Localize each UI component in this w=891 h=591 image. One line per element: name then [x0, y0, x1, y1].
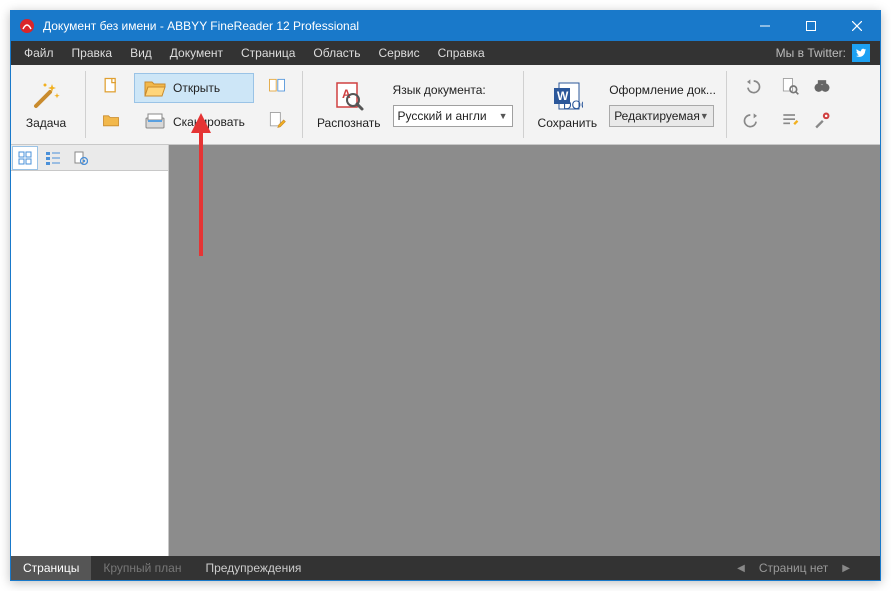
edit-page-button[interactable]: [262, 107, 292, 137]
menu-help[interactable]: Справка: [429, 41, 494, 65]
menu-edit[interactable]: Правка: [63, 41, 122, 65]
find-page-icon: [780, 76, 800, 100]
close-button[interactable]: [834, 11, 880, 41]
pages-mini-button[interactable]: [262, 73, 292, 103]
menu-file[interactable]: Файл: [15, 41, 63, 65]
menubar: Файл Правка Вид Документ Страница Област…: [11, 41, 880, 65]
verify-button[interactable]: [807, 73, 837, 103]
next-page-button[interactable]: ▶: [842, 563, 850, 574]
menu-area[interactable]: Область: [304, 41, 369, 65]
page-navigator: ◀ Страниц нет ▶: [737, 561, 880, 575]
group-language: Язык документа: Русский и англи ▼: [393, 69, 513, 140]
wand-icon: [30, 80, 62, 112]
group-recognize: A Распознать: [313, 69, 385, 140]
options-button[interactable]: [807, 107, 837, 137]
twitter-link[interactable]: Мы в Twitter:: [776, 44, 876, 62]
open-button[interactable]: Открыть: [134, 73, 254, 103]
undo-icon: [742, 76, 762, 100]
status-tab-close[interactable]: Крупный план: [91, 556, 193, 580]
toolbar: Задача Открыть Сканировать: [11, 65, 880, 145]
twitter-icon: [852, 44, 870, 62]
redo-icon: [742, 110, 762, 134]
svg-text:DOCX: DOCX: [563, 98, 583, 112]
menu-view[interactable]: Вид: [121, 41, 161, 65]
find-page-button[interactable]: [775, 73, 805, 103]
details-tab[interactable]: [40, 146, 66, 170]
word-icon: WDOCX: [551, 80, 583, 112]
open-label: Открыть: [173, 81, 220, 95]
page-edit-icon: [267, 110, 287, 134]
group-task: Задача: [17, 69, 75, 140]
group-open-scan: Открыть Сканировать: [134, 69, 254, 140]
list-icon: [46, 151, 60, 165]
group-design: Оформление док... Редактируемая ▼: [609, 69, 716, 140]
chevron-down-icon: ▼: [700, 111, 709, 121]
chevron-down-icon: ▼: [499, 111, 508, 121]
group-tools: [775, 69, 837, 140]
statusbar: Страницы Крупный план Предупреждения ◀ С…: [11, 556, 880, 580]
recognize-button[interactable]: A Распознать: [313, 69, 385, 140]
window-title: Документ без имени - ABBYY FineReader 12…: [43, 19, 742, 33]
design-label: Оформление док...: [609, 83, 716, 97]
new-document-icon: [101, 76, 121, 100]
recognize-label: Распознать: [317, 116, 381, 130]
scan-label: Сканировать: [173, 115, 245, 129]
app-icon: [19, 18, 35, 34]
list-settings-icon: [780, 110, 800, 134]
pages-compare-icon: [267, 76, 287, 100]
recognize-icon: A: [333, 80, 365, 112]
app-window: Документ без имени - ABBYY FineReader 12…: [10, 10, 881, 581]
task-label: Задача: [26, 116, 66, 130]
scan-button[interactable]: Сканировать: [134, 107, 254, 137]
design-value: Редактируемая: [614, 109, 700, 123]
folder-open-icon: [143, 76, 167, 100]
open-folder-button[interactable]: [96, 107, 126, 137]
prev-page-button[interactable]: ◀: [737, 563, 745, 574]
group-new: [96, 69, 126, 140]
grid-icon: [18, 151, 32, 165]
page-gear-icon: [74, 151, 88, 165]
language-label: Язык документа:: [393, 83, 486, 97]
scanner-icon: [143, 110, 167, 134]
document-area[interactable]: [169, 145, 880, 556]
pages-panel-tabs: [11, 145, 168, 171]
workspace: [11, 145, 880, 556]
panel-settings-tab[interactable]: [68, 146, 94, 170]
folder-open-small-icon: [101, 110, 121, 134]
thumbnails-tab[interactable]: [12, 146, 38, 170]
group-history: [737, 69, 767, 140]
maximize-button[interactable]: [788, 11, 834, 41]
menu-service[interactable]: Сервис: [370, 41, 429, 65]
save-button[interactable]: WDOCX Сохранить: [534, 69, 602, 140]
list-settings-button[interactable]: [775, 107, 805, 137]
undo-button[interactable]: [737, 73, 767, 103]
page-status: Страниц нет: [759, 561, 828, 575]
new-document-button[interactable]: [96, 73, 126, 103]
minimize-button[interactable]: [742, 11, 788, 41]
pages-panel: [11, 145, 169, 556]
twitter-label: Мы в Twitter:: [776, 46, 846, 60]
titlebar: Документ без имени - ABBYY FineReader 12…: [11, 11, 880, 41]
design-dropdown[interactable]: Редактируемая ▼: [609, 105, 714, 127]
binoculars-icon: [812, 76, 832, 100]
wrench-gear-icon: [812, 110, 832, 134]
language-value: Русский и англи: [398, 109, 487, 123]
save-label: Сохранить: [538, 116, 598, 130]
status-tab-warnings[interactable]: Предупреждения: [193, 556, 313, 580]
group-save: WDOCX Сохранить: [534, 69, 602, 140]
group-small-docs: [262, 69, 292, 140]
menu-page[interactable]: Страница: [232, 41, 304, 65]
menu-document[interactable]: Документ: [161, 41, 232, 65]
language-dropdown[interactable]: Русский и англи ▼: [393, 105, 513, 127]
status-tab-pages[interactable]: Страницы: [11, 556, 91, 580]
pages-list[interactable]: [11, 171, 168, 556]
redo-button[interactable]: [737, 107, 767, 137]
task-button[interactable]: Задача: [17, 69, 75, 140]
